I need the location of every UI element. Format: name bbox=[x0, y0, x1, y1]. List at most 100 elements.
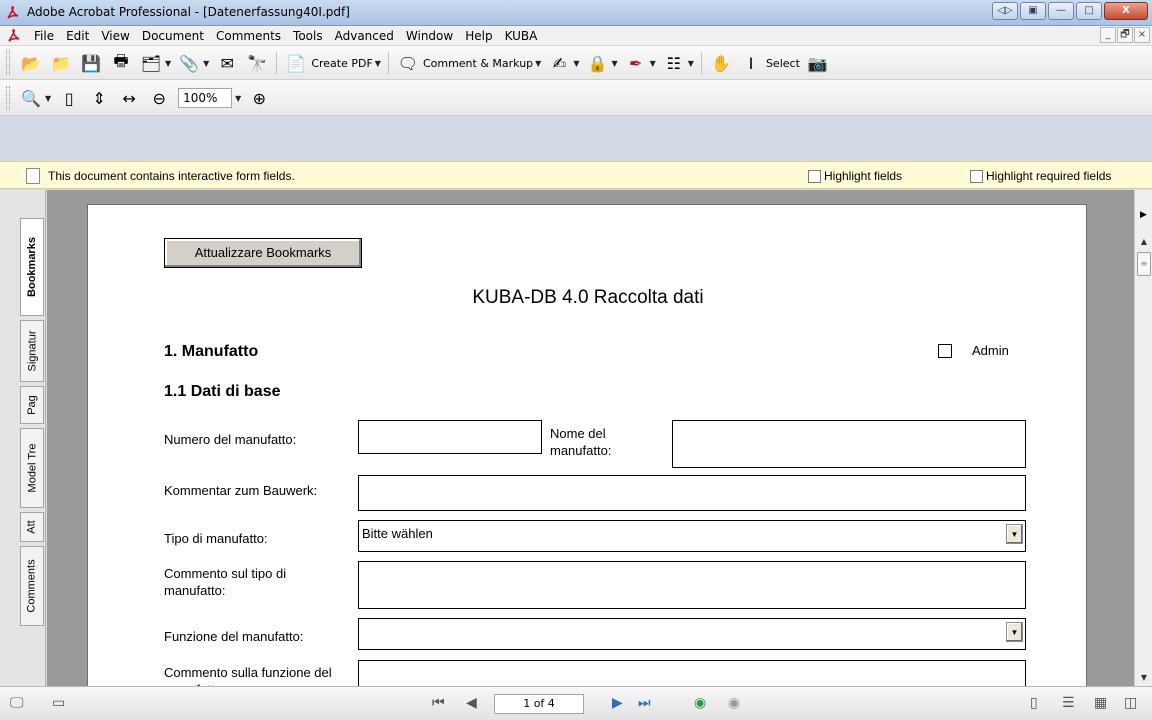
menu-kuba[interactable]: KUBA bbox=[499, 29, 544, 43]
chevron-down-icon[interactable]: ▼ bbox=[1006, 524, 1023, 544]
menu-comments[interactable]: Comments bbox=[210, 29, 287, 43]
vertical-scrollbar[interactable]: ▶ ▲ ≡ ▼ bbox=[1134, 190, 1152, 686]
select-cursor-icon[interactable]: Ⅰ bbox=[740, 52, 762, 74]
menu-advanced[interactable]: Advanced bbox=[329, 29, 400, 43]
highlight-required-label[interactable]: Highlight required fields bbox=[986, 169, 1111, 183]
open-icon[interactable]: 📂 bbox=[20, 52, 42, 74]
save-icon[interactable]: 💾 bbox=[80, 52, 102, 74]
select-button[interactable]: Select bbox=[766, 57, 800, 70]
hand-icon[interactable]: ✋ bbox=[710, 52, 732, 74]
options-icon[interactable]: ▭ bbox=[52, 695, 65, 711]
snapshot-icon[interactable]: 📷 bbox=[807, 52, 829, 74]
create-pdf-icon[interactable]: 📄 bbox=[285, 52, 307, 74]
maximize-button[interactable]: □ bbox=[1076, 2, 1102, 20]
chevron-down-icon[interactable]: ▼ bbox=[650, 59, 656, 68]
menu-help[interactable]: Help bbox=[459, 29, 498, 43]
commento-tipo-input[interactable] bbox=[358, 561, 1026, 609]
doc-minimize-button[interactable]: _ bbox=[1100, 27, 1116, 43]
acrobat-doc-icon[interactable] bbox=[6, 28, 22, 44]
chevron-down-icon[interactable]: ▼ bbox=[165, 59, 171, 68]
comment-markup-button[interactable]: Comment & Markup bbox=[423, 57, 533, 70]
chevron-down-icon[interactable]: ▼ bbox=[1006, 622, 1023, 642]
single-page-icon[interactable]: ▯ bbox=[1030, 695, 1038, 711]
tab-comments[interactable]: Comments bbox=[20, 546, 44, 626]
continuous-facing-icon[interactable]: ▦ bbox=[1094, 695, 1107, 711]
menu-file[interactable]: File bbox=[28, 29, 60, 43]
chevron-down-icon[interactable]: ▼ bbox=[235, 94, 241, 103]
forms-icon[interactable]: ☷ bbox=[663, 52, 685, 74]
sign-icon[interactable]: ✍ bbox=[548, 52, 570, 74]
email-icon[interactable]: ✉ bbox=[216, 52, 238, 74]
commento-tipo-label: Commento sul tipo di manufatto: bbox=[164, 566, 287, 598]
menu-document[interactable]: Document bbox=[136, 29, 210, 43]
minimize-button[interactable]: — bbox=[1048, 2, 1074, 20]
update-bookmarks-button[interactable]: Attualizzare Bookmarks bbox=[164, 238, 362, 268]
pen-icon[interactable]: ✒ bbox=[625, 52, 647, 74]
facing-icon[interactable]: ◫ bbox=[1124, 695, 1137, 711]
zoom-input[interactable]: 100% bbox=[178, 88, 233, 108]
menu-tools[interactable]: Tools bbox=[287, 29, 329, 43]
chevron-down-icon[interactable]: ▼ bbox=[573, 59, 579, 68]
chevron-down-icon[interactable]: ▼ bbox=[611, 59, 617, 68]
continuous-icon[interactable]: ☰ bbox=[1062, 695, 1075, 711]
tipo-select[interactable]: Bitte wählen ▼ bbox=[358, 520, 1026, 552]
extra-window-button-2[interactable]: ▣ bbox=[1020, 2, 1046, 20]
menu-window[interactable]: Window bbox=[400, 29, 459, 43]
first-page-icon[interactable]: ⏮ bbox=[432, 695, 445, 711]
lock-icon[interactable]: 🔒 bbox=[586, 52, 608, 74]
scroll-down-icon[interactable]: ▼ bbox=[1135, 670, 1152, 686]
tab-signatures[interactable]: Signatur bbox=[20, 320, 44, 382]
zoom-tool-icon[interactable]: 🔍 bbox=[20, 87, 42, 109]
comment-markup-icon[interactable]: 🗨 bbox=[397, 52, 419, 74]
admin-checkbox[interactable] bbox=[938, 343, 952, 358]
tab-pages[interactable]: Pag bbox=[20, 386, 44, 424]
doc-restore-button[interactable]: 🗗 bbox=[1117, 27, 1133, 43]
zoom-in-icon[interactable]: ⊕ bbox=[248, 87, 270, 109]
page-number-input[interactable]: 1 of 4 bbox=[494, 694, 584, 714]
print-icon[interactable]: 🖶 bbox=[110, 51, 132, 74]
commento-funzione-input[interactable] bbox=[358, 660, 1026, 686]
find-icon[interactable]: 🔭 bbox=[246, 52, 268, 74]
next-page-icon[interactable]: ▶ bbox=[612, 695, 623, 711]
highlight-required-checkbox[interactable] bbox=[970, 169, 983, 183]
toolbar-grip[interactable] bbox=[6, 86, 10, 110]
highlight-fields-label[interactable]: Highlight fields bbox=[824, 169, 902, 183]
organizer-icon[interactable]: 📁 bbox=[50, 52, 72, 74]
go-forward-icon[interactable]: ◉ bbox=[728, 695, 740, 711]
previous-page-icon[interactable]: ◀ bbox=[466, 695, 477, 711]
chevron-down-icon[interactable]: ▼ bbox=[203, 59, 209, 68]
chevron-down-icon[interactable]: ▼ bbox=[535, 59, 541, 68]
menu-edit[interactable]: Edit bbox=[60, 29, 95, 43]
actual-size-icon[interactable]: ▯ bbox=[58, 87, 80, 109]
tab-attachments[interactable]: Att bbox=[20, 512, 44, 542]
go-back-icon[interactable]: ◉ bbox=[694, 695, 706, 711]
fit-width-icon[interactable]: ↔ bbox=[118, 87, 140, 109]
scroll-thumb[interactable]: ≡ bbox=[1137, 252, 1151, 276]
attach-icon[interactable]: 📎 bbox=[178, 52, 200, 74]
extra-window-button[interactable]: ◁▷ bbox=[992, 2, 1018, 20]
kommentar-input[interactable] bbox=[358, 475, 1026, 511]
tab-model-tree[interactable]: Model Tre bbox=[20, 428, 44, 508]
doc-close-button[interactable]: × bbox=[1134, 27, 1150, 43]
chevron-down-icon[interactable]: ▼ bbox=[45, 94, 51, 103]
numero-input[interactable] bbox=[358, 420, 542, 454]
expand-arrow-icon[interactable]: ▶ bbox=[1140, 210, 1147, 220]
funzione-select[interactable]: ▼ bbox=[358, 618, 1026, 650]
tipo-select-value: Bitte wählen bbox=[362, 526, 433, 541]
tab-bookmarks[interactable]: Bookmarks bbox=[20, 218, 44, 316]
highlight-fields-checkbox[interactable] bbox=[808, 169, 821, 183]
last-page-icon[interactable]: ⏭ bbox=[638, 695, 651, 711]
fit-page-icon[interactable]: ⇕ bbox=[88, 87, 110, 109]
organize-icon[interactable]: 🗂 bbox=[140, 52, 162, 74]
chevron-down-icon[interactable]: ▼ bbox=[375, 59, 381, 68]
document-view[interactable]: Attualizzare Bookmarks KUBA-DB 4.0 Racco… bbox=[47, 190, 1134, 686]
menu-view[interactable]: View bbox=[95, 29, 135, 43]
create-pdf-button[interactable]: Create PDF bbox=[311, 57, 372, 70]
zoom-out-icon[interactable]: ⊖ bbox=[148, 87, 170, 109]
close-button[interactable]: X bbox=[1104, 2, 1148, 20]
monitor-icon[interactable]: 🖵 bbox=[10, 695, 24, 711]
scroll-up-icon[interactable]: ▲ bbox=[1135, 234, 1152, 250]
toolbar-grip[interactable] bbox=[6, 51, 10, 75]
chevron-down-icon[interactable]: ▼ bbox=[688, 59, 694, 68]
nome-input[interactable] bbox=[672, 420, 1026, 468]
